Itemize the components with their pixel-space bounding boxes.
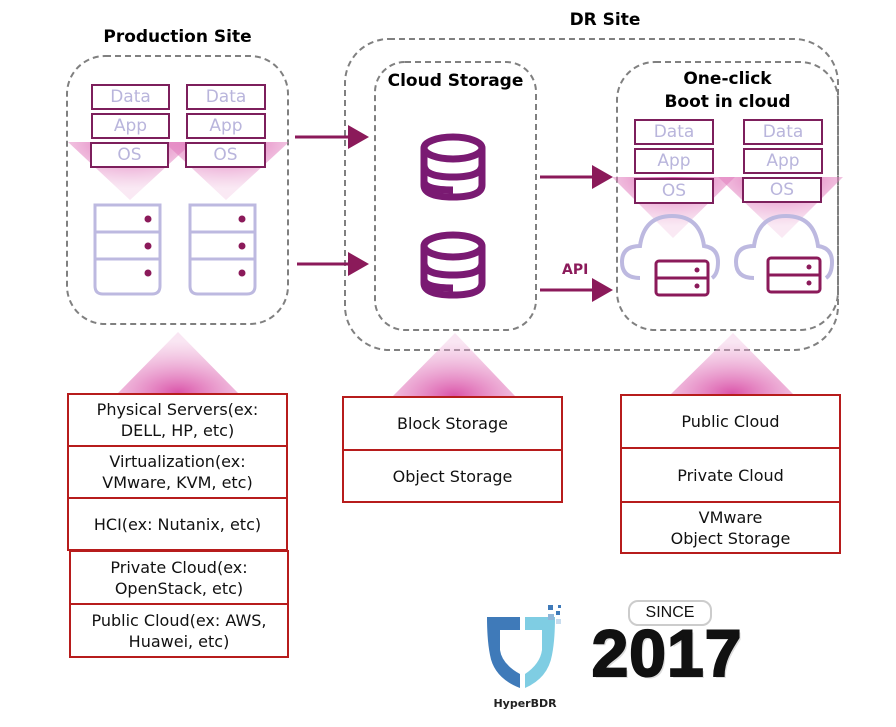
server-icon-prod-1 (93, 203, 162, 296)
database-icon-2 (420, 231, 486, 299)
boot-2-layer-os: OS (742, 177, 822, 203)
source-private-cloud: Private Cloud(ex: OpenStack, etc) (71, 552, 287, 605)
server-icon-prod-2 (188, 203, 257, 296)
storage-block: Block Storage (344, 398, 561, 451)
boot-title-line1: One-click (683, 69, 772, 89)
hyperbdr-logo-text: HyperBDR (493, 697, 557, 710)
prod-2-layer-os: OS (185, 142, 266, 168)
target-public-cloud: Public Cloud (622, 396, 839, 449)
api-label: API (562, 262, 589, 278)
funnel-up-sources (118, 332, 238, 393)
production-site-title: Production Site (103, 27, 252, 47)
storage-object: Object Storage (392, 466, 513, 486)
dr-site-title: DR Site (569, 10, 641, 30)
prod-2-layer-data: Data (186, 84, 266, 110)
source-public-cloud: Public Cloud(ex: AWS, Huawei, etc) (91, 610, 267, 651)
boot-1-layer-app: App (634, 148, 714, 174)
source-virtualization: Virtualization(ex: VMware, KVM, etc) (69, 447, 286, 499)
hyperbdr-logo-icon (487, 605, 561, 688)
boot-targets-stack: Public Cloud Private Cloud VMware Object… (620, 394, 841, 554)
since-badge: SINCE 2017 (583, 600, 751, 692)
prod-1-layer-data: Data (91, 84, 170, 110)
since-year: 2017 (591, 616, 743, 690)
cloud-storage-title: Cloud Storage (387, 71, 524, 91)
target-vmware-object-storage: VMware Object Storage (670, 507, 791, 548)
funnel-up-targets (671, 333, 793, 394)
source-hci: HCI(ex: Nutanix, etc) (93, 514, 262, 534)
source-platforms-stack-top: Physical Servers(ex: DELL, HP, etc) Virt… (67, 393, 288, 551)
boot-title-line2: Boot in cloud (664, 92, 791, 112)
boot-1-layer-os: OS (634, 178, 714, 204)
funnel-up-storage (393, 333, 515, 396)
target-private-cloud: Private Cloud (622, 449, 839, 503)
prod-1-layer-app: App (91, 113, 170, 139)
boot-2-layer-data: Data (743, 119, 823, 145)
source-platforms-stack-bottom: Private Cloud(ex: OpenStack, etc) Public… (69, 550, 289, 658)
source-physical-servers: Physical Servers(ex: DELL, HP, etc) (69, 395, 286, 447)
boot-2-layer-app: App (743, 148, 823, 174)
boot-1-layer-data: Data (634, 119, 714, 145)
storage-types-stack: Block Storage Object Storage (342, 396, 563, 503)
database-icon-1 (420, 133, 486, 201)
prod-1-layer-os: OS (90, 142, 169, 168)
prod-2-layer-app: App (186, 113, 266, 139)
